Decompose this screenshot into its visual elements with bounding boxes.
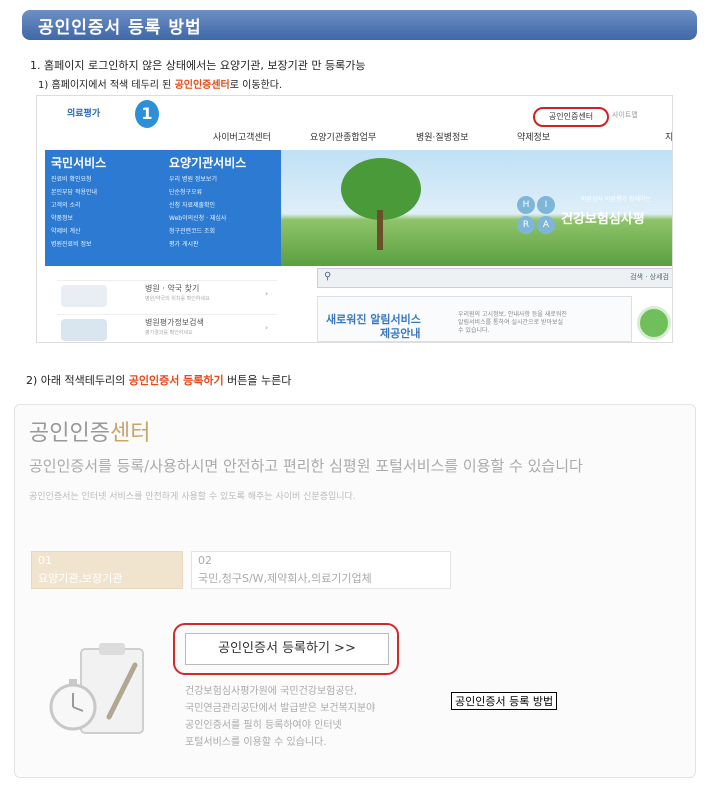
- menu-item[interactable]: 약제비 계산: [51, 226, 81, 235]
- cert-center-title-b: 센터: [109, 421, 151, 446]
- menu-item[interactable]: 진료비 확인요청: [51, 174, 92, 183]
- seal-letter: I: [537, 196, 555, 214]
- hero-title: 건강보험심사평: [561, 212, 645, 227]
- hospital-illustration-icon: [61, 285, 107, 307]
- nav-item-customer[interactable]: 사이버고객센터: [213, 130, 271, 143]
- clipboard-stopwatch-icon: [49, 643, 144, 734]
- promo-hospital-search[interactable]: 병원 · 약국 찾기 병원/약국의 위치를 확인하세요 ›: [57, 280, 277, 310]
- nav-item-hospital[interactable]: 병원·질병정보: [416, 130, 469, 143]
- cert-center-link[interactable]: 공인인증센터: [533, 107, 609, 127]
- cert-center-title: 공인인증센터: [29, 415, 150, 447]
- tab-number: 01: [38, 554, 52, 567]
- menu-item[interactable]: 단순청구오류: [169, 187, 202, 196]
- figure-caption: 공인인증서 등록 방법: [451, 692, 558, 710]
- nav-item-drug[interactable]: 약제정보: [517, 130, 550, 143]
- menu-item[interactable]: Web이의신청 · 재심사: [169, 213, 226, 222]
- paragraph-line: 공인인증서를 필히 등록하여야 인터넷: [185, 720, 342, 731]
- chevron-right-icon: ›: [265, 323, 269, 332]
- tab-provider[interactable]: 01 요양기관,보장기관: [31, 551, 183, 589]
- menu-item[interactable]: 신청 자료제출확인: [169, 200, 215, 209]
- menu-item[interactable]: 고객의 소리: [51, 200, 81, 209]
- evaluation-illustration-icon: [61, 319, 107, 341]
- seal-letter: H: [517, 196, 535, 214]
- step2-highlight: 공인인증서 등록하기: [128, 374, 224, 387]
- promo-title: 병원 · 약국 찾기: [145, 284, 200, 293]
- homepage-screenshot: 의료평가 1 공인인증센터 사이트맵 사이버고객센터 요양기관종합업무 병원·질…: [36, 95, 673, 343]
- search-bar[interactable]: ⚲ 검색 · 상세검: [317, 268, 672, 288]
- logo-text: 의료평가: [67, 109, 101, 119]
- notice-description: 우리원의 고시정보, 안내사항 등을 새로워진 알림서비스를 통하여 실시간으로…: [458, 311, 567, 334]
- tab-label: 국민,청구S/W,제약회사,의료기기업체: [198, 572, 372, 585]
- promo-title: 병원평가정보검색: [145, 318, 204, 327]
- seal-letter: R: [517, 216, 535, 234]
- step1-highlight: 공인인증센터: [174, 80, 230, 91]
- paragraph-line: 건강보험심사평가원에 국민건강보험공단,: [185, 686, 357, 697]
- cert-center-paragraph: 건강보험심사평가원에 국민건강보험공단, 국민연금관리공단에서 발급받은 보건복…: [185, 683, 375, 751]
- sitemap-link[interactable]: 사이트맵: [612, 110, 638, 120]
- nav-item-more[interactable]: 지속: [665, 130, 672, 143]
- page-title: 공인인증서 등록 방법: [38, 18, 202, 38]
- promo-evaluation-search[interactable]: 병원평가정보검색 평가결과를 확인하세요 ›: [57, 314, 277, 342]
- register-cert-button[interactable]: 공인인증서 등록하기 >>: [185, 633, 389, 665]
- step1-sub-suffix: 로 이동한다.: [229, 80, 283, 91]
- notice-title-2: 제공안내: [380, 327, 421, 340]
- step1-sub-text: 1) 홈페이지에서 적색 테두리 된 공인인증센터로 이동한다.: [38, 76, 282, 91]
- logo-icon: 1: [135, 100, 159, 128]
- step1-sub-prefix: 1) 홈페이지에서 적색 테두리 된: [38, 80, 175, 91]
- paragraph-line: 국민연금관리공단에서 발급받은 보건복지분야: [185, 703, 376, 714]
- provider-service-heading: 요양기관서비스: [169, 156, 247, 170]
- menu-item[interactable]: 평가 게시판: [169, 239, 199, 248]
- chevron-right-icon: ›: [265, 289, 269, 298]
- citizen-service-heading: 국민서비스: [51, 156, 107, 170]
- search-buttons[interactable]: 검색 · 상세검: [630, 272, 669, 282]
- notice-circle-icon[interactable]: [637, 306, 671, 340]
- tree-trunk: [377, 210, 383, 250]
- tab-number: 02: [198, 554, 212, 567]
- step2-text: 2) 아래 적색테두리의 공인인증서 등록하기 버튼을 누른다: [26, 372, 291, 388]
- tab-citizen[interactable]: 02 국민,청구S/W,제약회사,의료기기업체: [191, 551, 451, 589]
- step2-suffix: 버튼을 누른다: [223, 374, 292, 387]
- notice-service-box[interactable]: 새로워진 알림서비스 제공안내 우리원의 고시정보, 안내사항 등을 새로워진 …: [317, 296, 632, 342]
- menu-item[interactable]: 본인부담 적용안내: [51, 187, 97, 196]
- search-icon: ⚲: [324, 271, 332, 282]
- cert-center-lead: 공인인증서를 등록/사용하시면 안전하고 편리한 심평원 포털서비스를 이용할 …: [29, 457, 583, 475]
- hero-banner[interactable]: 바른심사 바른평가 함께하는 H I R A 건강보험심사평: [281, 150, 672, 266]
- hero-slogan: 바른심사 바른평가 함께하는: [581, 196, 652, 203]
- step2-prefix: 2) 아래 적색테두리의: [26, 374, 129, 387]
- left-menu: 국민서비스 요양기관서비스 진료비 확인요청 본인부담 적용안내 고객의 소리 …: [45, 150, 281, 266]
- promo-subtitle: 병원/약국의 위치를 확인하세요: [145, 296, 210, 302]
- cert-center-title-a: 공인인증: [29, 421, 110, 446]
- seal-letter: A: [537, 216, 555, 234]
- site-logo[interactable]: 의료평가 1: [51, 100, 159, 128]
- menu-item[interactable]: 병원진료비 정보: [51, 239, 92, 248]
- menu-item[interactable]: 청구관련코드 조회: [169, 226, 215, 235]
- top-nav: 사이버고객센터 요양기관종합업무 병원·질병정보 약제정보 지속: [213, 130, 672, 144]
- step1-text: 1. 홈페이지 로그인하지 않은 상태에서는 요양기관, 보장기관 만 등록가능: [30, 59, 366, 72]
- cert-center-screenshot: 공인인증센터 공인인증서를 등록/사용하시면 안전하고 편리한 심평원 포털서비…: [14, 404, 696, 778]
- paragraph-line: 포털서비스를 이용할 수 있습니다.: [185, 737, 327, 748]
- cert-center-desc: 공인인증서는 인터넷 서비스를 안전하게 사용할 수 있도록 해주는 사이버 신…: [29, 492, 356, 502]
- nav-item-provider[interactable]: 요양기관종합업무: [310, 130, 376, 143]
- header-banner: 공인인증서 등록 방법: [22, 10, 697, 40]
- tab-label: 요양기관,보장기관: [38, 572, 123, 585]
- menu-item[interactable]: 우리 병원 정보보기: [169, 174, 217, 183]
- hira-seal-icon: H I R A: [517, 196, 557, 236]
- menu-item[interactable]: 약품정보: [51, 213, 73, 222]
- promo-subtitle: 평가결과를 확인하세요: [145, 330, 193, 336]
